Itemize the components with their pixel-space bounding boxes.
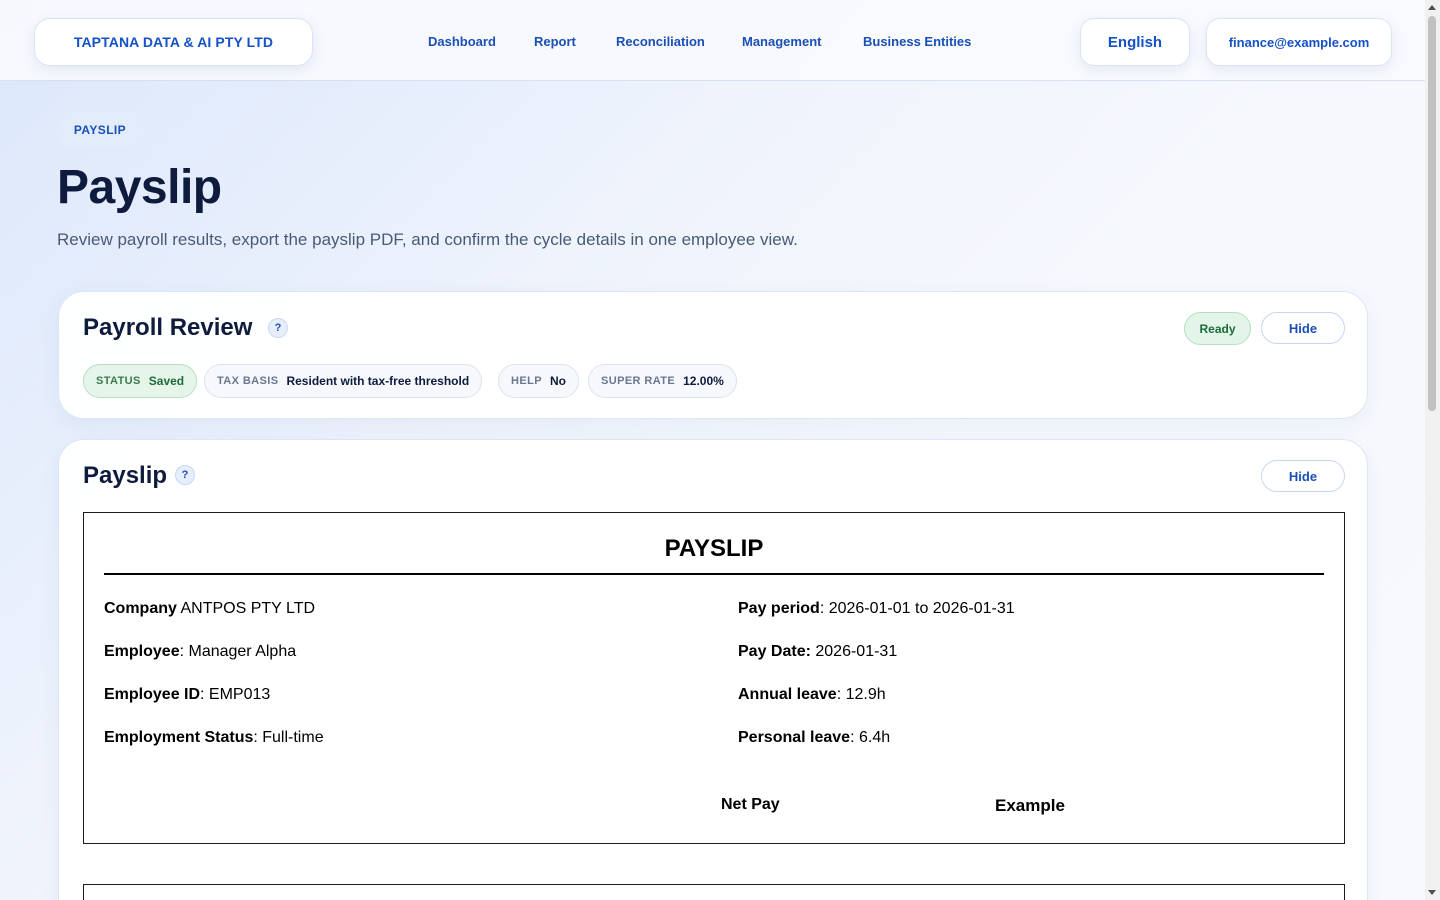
pay-date-row: Pay Date: 2026-01-31 <box>738 643 897 661</box>
annual-leave-value: : 12.9h <box>836 686 886 703</box>
divider <box>104 573 1324 575</box>
page-scrollbar[interactable] <box>1425 0 1440 900</box>
employee-label: Employee <box>104 643 180 660</box>
pay-period-label: Pay period <box>738 600 820 617</box>
account-button[interactable]: finance@example.com <box>1206 18 1392 66</box>
nav-business-entities[interactable]: Business Entities <box>863 34 971 49</box>
status-chip: STATUS Saved <box>83 364 198 398</box>
payroll-review-card: Payroll Review ? Ready Hide STATUS Saved… <box>58 291 1368 419</box>
employment-status-value: : Full-time <box>253 729 324 746</box>
super-rate-chip: SUPER RATE 12.00% <box>588 364 737 398</box>
company-label: Company <box>104 600 177 617</box>
pay-date-value: 2026-01-31 <box>810 643 898 660</box>
help-icon[interactable]: ? <box>268 318 288 338</box>
chip-key: TAX BASIS <box>217 375 279 387</box>
help-chip: HELP No <box>498 364 579 398</box>
top-bar: TAPTANA DATA & AI PTY LTD Dashboard Repo… <box>0 0 1425 81</box>
nav-management[interactable]: Management <box>742 34 821 49</box>
payslip-document-next <box>83 884 1345 900</box>
employee-row: Employee: Manager Alpha <box>104 643 296 661</box>
page-title: Payslip <box>57 161 222 214</box>
employment-status-label: Employment Status <box>104 729 254 746</box>
hide-payslip-button[interactable]: Hide <box>1261 460 1345 492</box>
employee-id-row: Employee ID: EMP013 <box>104 686 270 704</box>
employment-status-row: Employment Status: Full-time <box>104 729 324 747</box>
annual-leave-row: Annual leave: 12.9h <box>738 686 886 704</box>
chip-value: Resident with tax-free threshold <box>286 374 470 388</box>
net-pay-label: Net Pay <box>721 796 780 813</box>
annual-leave-label: Annual leave <box>738 686 837 703</box>
nav-reconciliation[interactable]: Reconciliation <box>616 34 705 49</box>
employee-id-label: Employee ID <box>104 686 201 703</box>
chip-value: 12.00% <box>683 374 724 388</box>
net-pay-value: Example <box>995 796 1065 815</box>
employee-id-value: : EMP013 <box>200 686 271 703</box>
payslip-card: Payslip ? Hide PAYSLIP Company ANTPOS PT… <box>58 439 1368 900</box>
pay-date-label: Pay Date: <box>738 643 811 660</box>
chip-value: Saved <box>148 374 185 388</box>
hide-review-button[interactable]: Hide <box>1261 312 1345 344</box>
employee-value: : Manager Alpha <box>179 643 297 660</box>
scroll-up-icon[interactable] <box>1428 5 1436 10</box>
ready-status-badge: Ready <box>1184 312 1251 345</box>
chip-key: HELP <box>511 375 542 387</box>
language-button[interactable]: English <box>1080 18 1190 66</box>
scroll-thumb[interactable] <box>1428 16 1436 411</box>
scroll-down-icon[interactable] <box>1428 890 1436 895</box>
brand-logo[interactable]: TAPTANA DATA & AI PTY LTD <box>34 18 313 66</box>
tax-basis-chip: TAX BASIS Resident with tax-free thresho… <box>204 364 483 398</box>
payroll-review-title: Payroll Review <box>83 314 253 341</box>
nav-dashboard[interactable]: Dashboard <box>428 34 496 49</box>
payslip-card-title: Payslip <box>83 462 168 489</box>
personal-leave-label: Personal leave <box>738 729 851 746</box>
personal-leave-value: : 6.4h <box>850 729 891 746</box>
nav-report[interactable]: Report <box>534 34 576 49</box>
company-value: ANTPOS PTY LTD <box>176 600 316 617</box>
payslip-document: PAYSLIP Company ANTPOS PTY LTD Employee:… <box>83 512 1345 844</box>
page-tag: PAYSLIP <box>57 111 143 148</box>
help-icon[interactable]: ? <box>175 465 195 485</box>
personal-leave-row: Personal leave: 6.4h <box>738 729 890 747</box>
chip-key: SUPER RATE <box>601 375 676 387</box>
document-title: PAYSLIP <box>664 535 764 562</box>
page-subtitle: Review payroll results, export the paysl… <box>57 230 798 249</box>
pay-period-row: Pay period: 2026-01-01 to 2026-01-31 <box>738 600 1015 618</box>
pay-period-value: : 2026-01-01 to 2026-01-31 <box>819 600 1015 617</box>
company-row: Company ANTPOS PTY LTD <box>104 600 315 618</box>
chip-value: No <box>549 374 566 388</box>
chip-key: STATUS <box>96 375 141 387</box>
